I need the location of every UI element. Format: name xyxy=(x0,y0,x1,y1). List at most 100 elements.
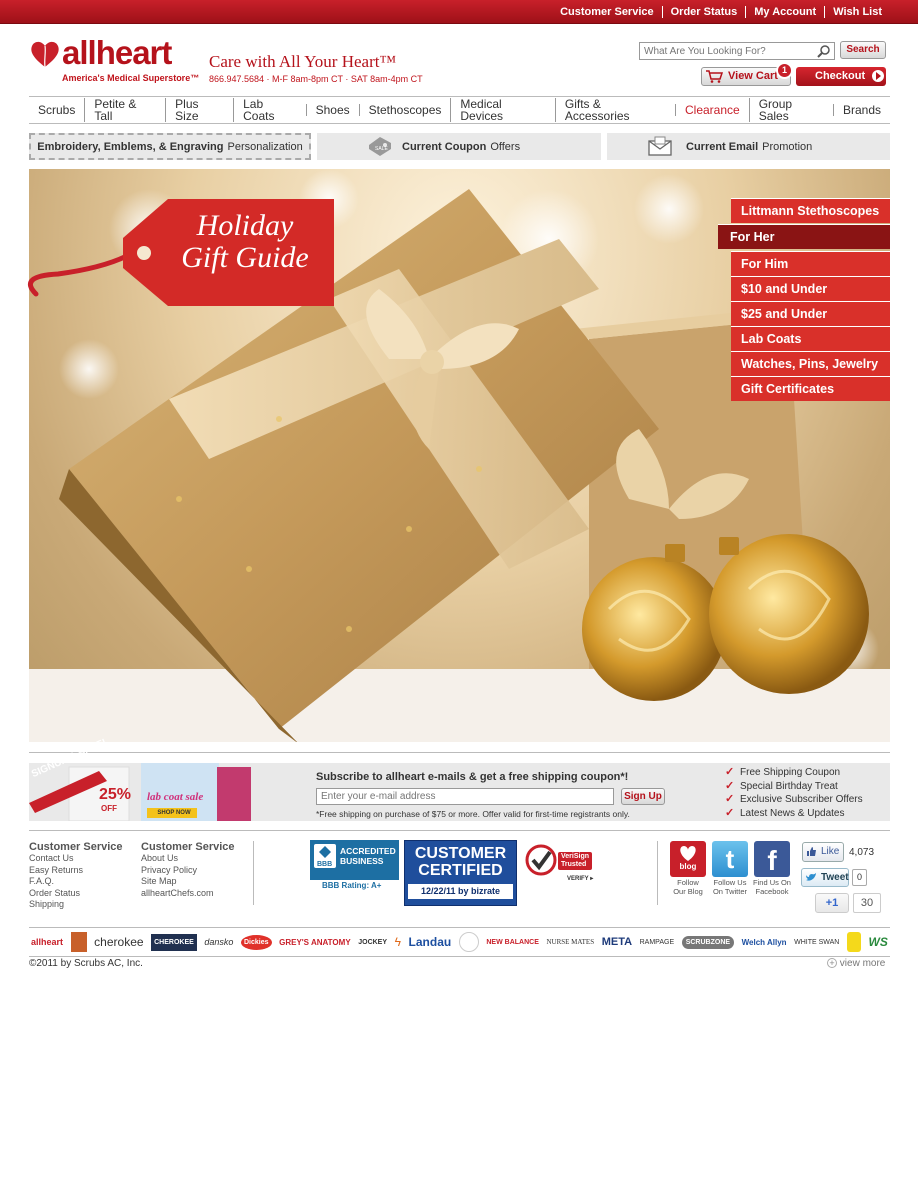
brand-nurse-mates[interactable]: NURSE MATES xyxy=(546,938,594,946)
gift-tag-text: Holiday Gift Guide xyxy=(160,210,330,274)
brand-logo[interactable]: allheart xyxy=(62,34,172,72)
view-more-link[interactable]: + view more xyxy=(827,958,885,969)
nav-petite-tall[interactable]: Petite & Tall xyxy=(84,98,165,122)
facebook-icon[interactable]: f xyxy=(754,841,790,877)
footer-link-order-status[interactable]: Order Status xyxy=(29,888,123,900)
bbb-line1: ACCREDITED xyxy=(340,846,396,856)
footer-link-contact-us[interactable]: Contact Us xyxy=(29,853,123,865)
menu-lab-coats[interactable]: Lab Coats xyxy=(731,326,890,351)
menu-for-him[interactable]: For Him xyxy=(731,251,890,276)
brand-rampage[interactable]: RAMPAGE xyxy=(640,939,675,946)
nav-shoes[interactable]: Shoes xyxy=(305,104,359,116)
brand-white-swan[interactable]: WHITE SWAN xyxy=(794,939,839,946)
phone-hours: 866.947.5684 · M-F 8am-8pm CT · SAT 8am-… xyxy=(209,74,423,84)
brand-new-balance[interactable]: NEW BALANCE xyxy=(486,939,539,946)
twitter-bird-icon xyxy=(806,873,816,881)
gift-tag-line1: Holiday xyxy=(196,209,294,242)
tweet-count: 0 xyxy=(852,869,867,886)
nav-group-sales[interactable]: Group Sales xyxy=(748,98,833,122)
top-link-customer-service[interactable]: Customer Service xyxy=(552,6,662,18)
nav-plus-size[interactable]: Plus Size xyxy=(165,98,233,122)
certified-date: 12/22/11 by bizrate xyxy=(408,884,513,899)
footer-link-easy-returns[interactable]: Easy Returns xyxy=(29,865,123,877)
benefit-item: ✓ Latest News & Updates xyxy=(725,807,863,821)
brand-yellow-logo[interactable] xyxy=(846,932,861,952)
nav-clearance[interactable]: Clearance xyxy=(675,104,749,116)
footer-link-site-map[interactable]: Site Map xyxy=(141,876,235,888)
benefit-item: ✓ Exclusive Subscriber Offers xyxy=(725,793,863,807)
verisign-line1: VeriSign xyxy=(561,853,590,860)
bbb-line2: BUSINESS xyxy=(340,856,384,866)
menu-25-and-under[interactable]: $25 and Under xyxy=(731,301,890,326)
brand-meta[interactable]: META xyxy=(602,936,632,948)
nav-stethoscopes[interactable]: Stethoscopes xyxy=(358,104,451,116)
checkmark-icon: ✓ xyxy=(725,779,735,792)
brand-flame-icon[interactable]: ϟ xyxy=(395,935,401,949)
menu-watches-pins-jewelry[interactable]: Watches, Pins, Jewelry xyxy=(731,351,890,376)
search-button[interactable]: Search xyxy=(840,41,886,59)
top-link-my-account[interactable]: My Account xyxy=(745,6,824,18)
google-plus-one-button[interactable]: +1 xyxy=(815,893,849,913)
menu-littmann-stethoscopes[interactable]: Littmann Stethoscopes xyxy=(731,198,890,223)
top-link-wish-list[interactable]: Wish List xyxy=(824,6,890,18)
nav-gifts-accessories[interactable]: Gifts & Accessories xyxy=(554,98,675,122)
hero-bottom-rule xyxy=(29,752,890,753)
twitter-icon[interactable]: t xyxy=(712,841,748,877)
brand-greys-anatomy[interactable]: GREY'S ANATOMY xyxy=(279,938,351,947)
envelope-icon xyxy=(648,136,672,156)
brand-dickies[interactable]: Dickies xyxy=(241,934,272,950)
customer-certified-badge[interactable]: CUSTOMER CERTIFIED 12/22/11 by bizrate xyxy=(404,840,517,906)
gift-guide-menu: Littmann Stethoscopes xyxy=(731,198,890,223)
promo-embroidery-bold: Embroidery, Emblems, & Engraving xyxy=(37,140,224,153)
footer-link-faq[interactable]: F.A.Q. xyxy=(29,876,123,888)
footer-link-shipping[interactable]: Shipping xyxy=(29,899,123,911)
brand-circle-logo[interactable] xyxy=(458,932,479,952)
nav-medical-devices[interactable]: Medical Devices xyxy=(450,98,554,122)
facebook-glyph: f xyxy=(767,845,777,876)
footer-col-customer-service: Customer Service Contact Us Easy Returns… xyxy=(29,841,123,911)
verisign-trusted-badge[interactable]: VeriSign Trusted VERIFY ▸ xyxy=(522,840,598,882)
footer-link-about-us[interactable]: About Us xyxy=(141,853,235,865)
blog-icon[interactable] xyxy=(670,841,706,877)
top-link-order-status[interactable]: Order Status xyxy=(661,6,746,18)
nav-brands[interactable]: Brands xyxy=(832,104,890,116)
menu-for-her[interactable]: For Her xyxy=(718,224,890,249)
nav-scrubs[interactable]: Scrubs xyxy=(29,104,84,116)
personalization-promo[interactable]: Embroidery, Emblems, & Engraving Persona… xyxy=(29,133,311,160)
magnifier-icon[interactable] xyxy=(817,44,831,58)
brand-scrubzone[interactable]: SCRUBZONE xyxy=(681,935,735,949)
tweet-label: Tweet xyxy=(821,872,849,883)
heart-logo-icon[interactable] xyxy=(29,38,61,70)
brand-cherokee-box[interactable]: CHEROKEE xyxy=(151,933,197,951)
brand-welch-allyn[interactable]: Welch Allyn xyxy=(742,938,787,947)
signup-save-banner[interactable] xyxy=(29,763,255,821)
brand-landau[interactable]: Landau xyxy=(409,935,452,949)
brand-jockey[interactable]: JOCKEY xyxy=(358,939,387,946)
menu-10-and-under[interactable]: $10 and Under xyxy=(731,276,890,301)
certified-line1: CUSTOMER xyxy=(414,845,507,862)
coupon-offers-promo[interactable]: Current Coupon Offers xyxy=(317,133,601,160)
menu-gift-certificates[interactable]: Gift Certificates xyxy=(731,376,890,401)
footer-link-allheartchefs[interactable]: allheartChefs.com xyxy=(141,888,235,900)
brand-dansko[interactable]: dansko xyxy=(204,937,233,947)
brand-square-logo[interactable] xyxy=(70,932,87,952)
brand-cherokee[interactable]: cherokee xyxy=(94,935,143,949)
bbb-accredited-badge[interactable]: BBB ACCREDITED BUSINESS xyxy=(310,840,399,880)
banner-lab-coat-sale: lab coat sale xyxy=(147,791,204,803)
footer-divider-2 xyxy=(657,841,658,905)
nav-lab-coats[interactable]: Lab Coats xyxy=(233,98,306,122)
search-input[interactable] xyxy=(639,42,835,60)
gift-tag-line2: Gift Guide xyxy=(181,241,309,274)
brand-ws[interactable]: WS xyxy=(869,935,888,949)
sign-up-button[interactable]: Sign Up xyxy=(621,788,665,805)
benefit-label: Special Birthday Treat xyxy=(740,780,838,792)
email-input[interactable] xyxy=(316,788,614,805)
brand-allheart[interactable]: allheart xyxy=(31,937,63,947)
banner-percent: 25% xyxy=(99,786,132,803)
footer-link-privacy-policy[interactable]: Privacy Policy xyxy=(141,865,235,877)
footer-col-title: Customer Service xyxy=(141,841,235,853)
footer-top-rule xyxy=(29,830,890,831)
subscribe-title: Subscribe to allheart e-mails & get a fr… xyxy=(316,771,629,783)
bbb-torch-icon: BBB xyxy=(314,844,336,868)
footer-divider xyxy=(253,841,254,905)
